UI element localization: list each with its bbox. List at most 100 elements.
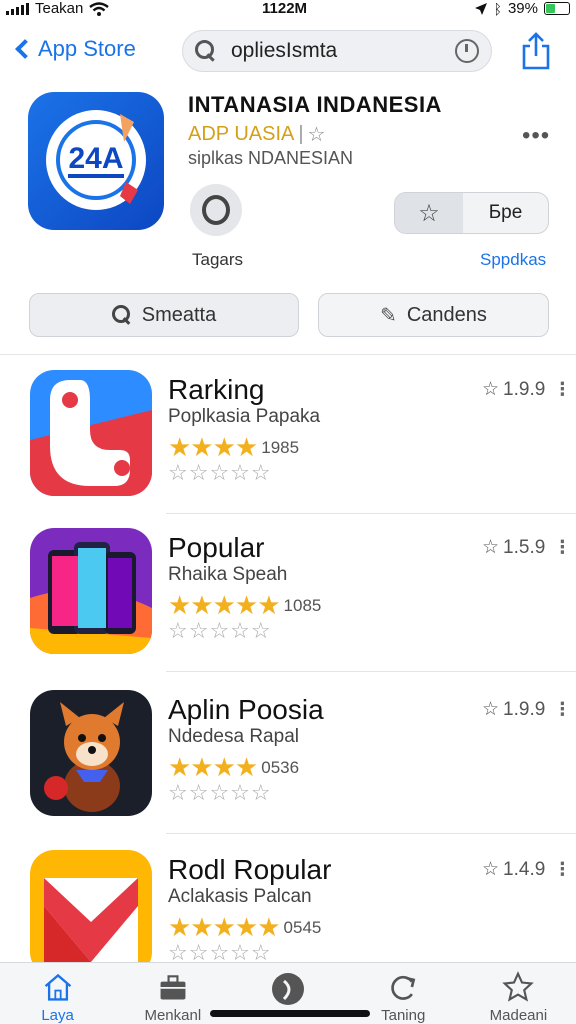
tab-label: Laya (41, 1007, 74, 1024)
star-rating-icons: ★★★★★ (168, 912, 281, 942)
history-icon[interactable] (455, 39, 479, 63)
rate-stars[interactable]: ☆☆☆☆☆ (168, 618, 272, 644)
app-title: Rodl Ropular (168, 854, 332, 885)
nav-bar: App Store (0, 28, 576, 76)
search-pill-button[interactable]: Smeatta (29, 293, 299, 337)
home-indicator (210, 1010, 370, 1017)
rating-badge: ☆ 1.4.9 ⋮ (482, 858, 571, 881)
tab-madeani[interactable]: Madeani (461, 963, 576, 1024)
app-icon (30, 370, 152, 496)
tab-label: Menkanl (144, 1007, 202, 1024)
signal-icon (6, 2, 29, 15)
divider (0, 354, 576, 355)
rating-value: 1.4.9 (503, 858, 546, 880)
rate-stars[interactable]: ☆☆☆☆☆ (168, 780, 272, 806)
back-button[interactable]: App Store (14, 36, 136, 62)
star-icon: ☆ (482, 699, 500, 720)
updates-link[interactable]: Sppdkas (480, 250, 546, 270)
app-title: Popular (168, 532, 265, 563)
rating-value: 1.9.9 (503, 378, 546, 400)
candens-pill-label: Candens (406, 303, 487, 326)
briefcase-icon (160, 975, 186, 1000)
star-icon[interactable]: ☆ (395, 193, 463, 233)
get-button[interactable]: ☆ Бре (394, 192, 549, 234)
status-time: 1122M (262, 0, 308, 17)
refresh-icon (391, 975, 416, 1000)
star-rating-icons: ★★★★ (168, 432, 258, 462)
more-icon[interactable]: ⋮ (553, 859, 571, 880)
rating-count: 1985 (261, 437, 300, 457)
app-subtitle: Poplkasia Papaka (168, 406, 321, 427)
star-rating: ★★★★★ 1085 (168, 590, 321, 621)
share-icon[interactable] (520, 32, 552, 70)
app-subtitle: Ndedesa Rapal (168, 726, 299, 747)
star-rating-icons: ★★★★★ (168, 590, 281, 620)
tab-label: Taning (381, 1007, 426, 1024)
battery-percent: 39% (507, 0, 538, 17)
wifi-icon (89, 1, 110, 16)
search-pill-label: Smeatta (141, 303, 217, 326)
app-subtitle: Aclakasis Palcan (168, 886, 312, 907)
rate-stars[interactable]: ☆☆☆☆☆ (168, 460, 272, 486)
battery-icon (544, 2, 570, 15)
list-item[interactable]: Popular Rhaika Speah ★★★★★ 1085 ☆☆☆☆☆ ☆ … (0, 514, 576, 672)
compass-icon (272, 973, 304, 1005)
star-icon (502, 971, 535, 1002)
rating-badge: ☆ 1.9.9 ⋮ (482, 378, 571, 401)
status-left: Teakan (6, 0, 110, 17)
rating-count: 0536 (261, 757, 300, 777)
more-icon[interactable]: ⋮ (553, 537, 571, 558)
status-right: ᛒ 39% (474, 0, 570, 17)
star-icon: ☆ (482, 859, 500, 880)
search-bar[interactable] (182, 30, 492, 72)
rating-value: 1.9.9 (503, 698, 546, 720)
candens-pill-button[interactable]: ✎ Candens (318, 293, 549, 337)
rating-count: 1085 (283, 595, 322, 615)
app-icon (30, 850, 152, 976)
tag-button[interactable] (190, 184, 242, 236)
app-header: 24A INTANASIA INDANESIA ADP UASIA | ☆ si… (0, 90, 576, 280)
rating-badge: ☆ 1.5.9 ⋮ (482, 536, 571, 559)
app-title: Aplin Poosia (168, 694, 324, 725)
app-icon (30, 528, 152, 654)
star-rating: ★★★★ 1985 (168, 432, 299, 463)
pen-icon: ✎ (380, 304, 397, 327)
rating-value: 1.5.9 (503, 536, 546, 558)
app-icon[interactable]: 24A (28, 92, 164, 230)
app-icon-text: 24A (68, 142, 123, 175)
app-title: INTANASIA INDANESIA (188, 92, 442, 117)
star-rating-icons: ★★★★ (168, 752, 258, 782)
tag-label: Tagars (192, 250, 244, 269)
tab-label: Madeani (489, 1007, 548, 1024)
bluetooth-icon: ᛒ (493, 0, 502, 17)
chevron-left-icon (15, 39, 35, 59)
more-icon[interactable]: ⋮ (553, 699, 571, 720)
app-title: Rarking (168, 374, 265, 405)
location-icon (474, 2, 487, 15)
get-label: Бре (488, 202, 523, 223)
more-icon[interactable]: ••• (522, 122, 550, 150)
rating-badge: ☆ 1.9.9 ⋮ (482, 698, 571, 721)
search-input[interactable] (231, 39, 451, 63)
star-icon: ☆ (482, 379, 500, 400)
star-rating: ★★★★ 0536 (168, 752, 299, 783)
app-developer: siplkas NDANESIAN (188, 148, 354, 168)
star-outline-icon[interactable]: ☆ (308, 122, 326, 147)
more-icon[interactable]: ⋮ (553, 379, 571, 400)
app-subtitle-row: ADP UASIA | ☆ (188, 122, 326, 147)
action-row: Smeatta ✎ Candens (0, 293, 576, 339)
divider (166, 671, 576, 672)
app-icon (30, 690, 152, 816)
tab-laya[interactable]: Laya (0, 963, 115, 1024)
app-subtitle: Rhaika Speah (168, 564, 288, 585)
star-rating: ★★★★★ 0545 (168, 912, 321, 943)
list-item[interactable]: Rarking Poplkasia Papaka ★★★★ 1985 ☆☆☆☆☆… (0, 356, 576, 514)
rating-count: 0545 (283, 917, 322, 937)
status-bar: Teakan 1122M ᛒ 39% (0, 0, 576, 20)
carrier-label: Teakan (35, 0, 84, 17)
list-item[interactable]: Aplin Poosia Ndedesa Rapal ★★★★ 0536 ☆☆☆… (0, 676, 576, 834)
divider (166, 833, 576, 834)
home-icon (44, 973, 71, 1001)
app-subtitle: ADP UASIA (188, 123, 295, 145)
tag-icon (202, 195, 230, 225)
